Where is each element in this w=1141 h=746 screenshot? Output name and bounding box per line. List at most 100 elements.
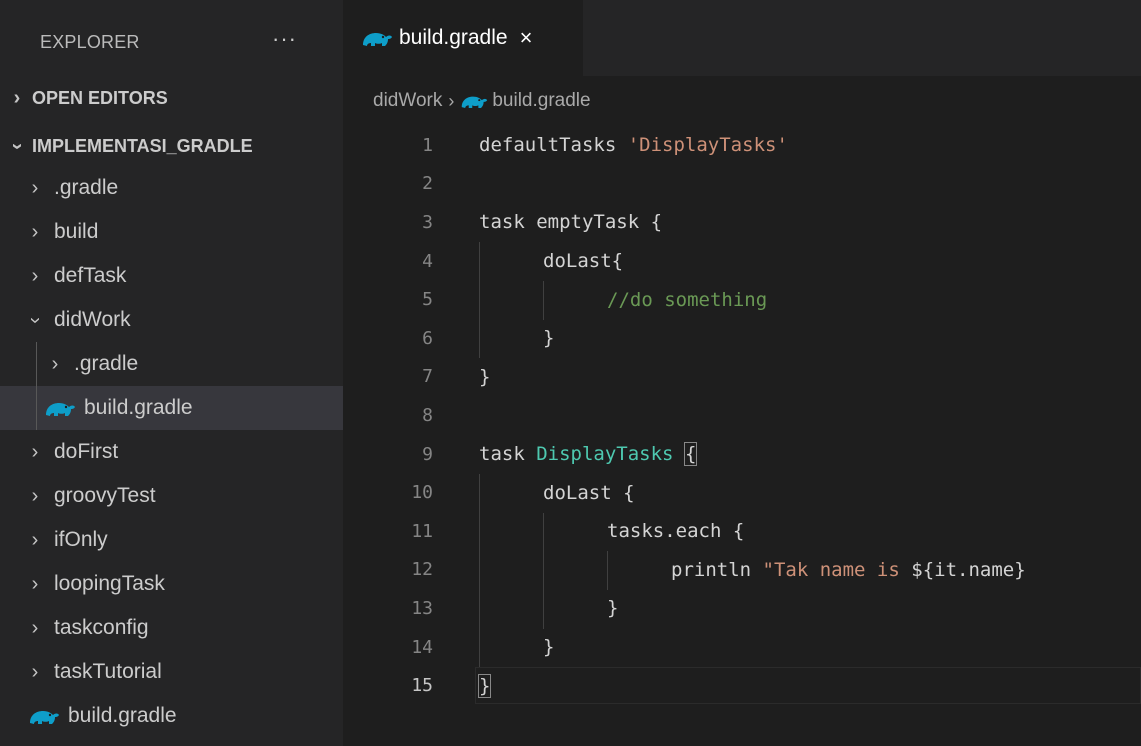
tab-bar: build.gradle × (343, 0, 1141, 76)
token-brace-matched: } (477, 673, 492, 698)
more-actions-button[interactable]: ··· (272, 26, 297, 52)
code-line: 3 task emptyTask { (343, 203, 1141, 242)
tree-item-tasktutorial-folder[interactable]: › taskTutorial (0, 650, 343, 694)
tree-item-label: .gradle (74, 352, 139, 375)
line-content: //do something (607, 289, 767, 311)
breadcrumb-folder[interactable]: didWork (373, 90, 442, 112)
code-line: 13 } (343, 589, 1141, 628)
token-brace: } (479, 365, 491, 388)
chevron-right-icon: › (31, 264, 39, 287)
line-number: 9 (422, 443, 433, 465)
line-number: 10 (411, 482, 433, 504)
tree-item-dofirst-folder[interactable]: › doFirst (0, 430, 343, 474)
open-editors-section[interactable]: › OPEN EDITORS (0, 76, 343, 120)
tree-item-label: taskTutorial (54, 660, 162, 683)
explorer-sidebar: EXPLORER ··· › OPEN EDITORS › IMPLEMENTA… (0, 0, 343, 746)
line-number: 5 (422, 289, 433, 311)
line-content: task emptyTask { (479, 211, 662, 233)
tree-item-loopingtask-folder[interactable]: › loopingTask (0, 562, 343, 606)
token-name: emptyTask (536, 211, 640, 234)
project-label: IMPLEMENTASI_GRADLE (32, 135, 253, 156)
token-keyword: defaultTasks (479, 134, 617, 157)
code-line: 7 } (343, 358, 1141, 397)
line-content: println "Tak name is ${it.name} (671, 559, 1026, 581)
tree-item-didwork-gradle-folder[interactable]: › .gradle (0, 342, 343, 386)
line-content: } (543, 327, 554, 349)
chevron-right-icon: › (31, 176, 39, 199)
tree-item-build-folder[interactable]: › build (0, 210, 343, 254)
chevron-right-icon: › (31, 616, 39, 639)
chevron-right-icon: › (13, 86, 21, 109)
tree-indent-guide (36, 342, 37, 430)
token-function: doLast { (543, 481, 635, 504)
line-content: } (477, 673, 492, 698)
token-function: doLast{ (543, 250, 624, 273)
tree-item-didwork-folder[interactable]: › didWork (0, 298, 343, 342)
gradle-icon (28, 706, 60, 726)
code-line: 1 defaultTasks 'DisplayTasks' (343, 126, 1141, 165)
code-line-current: 15 } (343, 666, 1141, 705)
tree-item-groovytest-folder[interactable]: › groovyTest (0, 474, 343, 518)
tree-item-label: build.gradle (84, 396, 193, 419)
line-number: 8 (422, 404, 433, 426)
code-line: 6 } (343, 319, 1141, 358)
code-line: 9 task DisplayTasks { (343, 435, 1141, 474)
chevron-right-icon: › (31, 572, 39, 595)
token-string: "Tak name is (762, 558, 912, 581)
line-number: 11 (411, 520, 433, 542)
token-brace: } (543, 636, 555, 659)
token-brace: } (607, 597, 619, 620)
chevron-down-icon: › (24, 316, 47, 324)
chevron-right-icon: › (31, 220, 39, 243)
line-content: doLast{ (543, 250, 623, 272)
line-number: 6 (422, 327, 433, 349)
tree-item-gradle-folder[interactable]: › .gradle (0, 166, 343, 210)
code-line: 8 (343, 396, 1141, 435)
gradle-icon (460, 92, 488, 110)
tree-item-ifonly-folder[interactable]: › ifOnly (0, 518, 343, 562)
tree-item-label: ifOnly (54, 528, 108, 551)
chevron-right-icon: › (31, 440, 39, 463)
tree-item-didwork-build-gradle[interactable]: build.gradle (0, 386, 343, 430)
code-line: 4 doLast{ (343, 242, 1141, 281)
close-icon[interactable]: × (520, 25, 533, 51)
token-brace: } (543, 327, 555, 350)
tree-item-label: groovyTest (54, 484, 156, 507)
tab-build-gradle[interactable]: build.gradle × (343, 0, 583, 76)
line-content: } (607, 597, 618, 619)
token-function: println (671, 558, 752, 581)
tree-item-taskconfig-folder[interactable]: › taskconfig (0, 606, 343, 650)
token-keyword: task (479, 211, 525, 234)
chevron-right-icon: › (51, 352, 59, 375)
line-content: task DisplayTasks { (479, 442, 698, 467)
open-editors-label: OPEN EDITORS (32, 87, 168, 108)
tab-label: build.gradle (399, 26, 508, 49)
code-line: 11 tasks.each { (343, 512, 1141, 551)
token-function: tasks.each { (607, 520, 745, 543)
editor-area: build.gradle × didWork › build.gradle 1 … (343, 0, 1141, 746)
breadcrumb-file[interactable]: build.gradle (492, 90, 590, 112)
token-comment: //do something (607, 288, 768, 311)
chevron-right-icon: › (31, 484, 39, 507)
chevron-down-icon: › (6, 142, 29, 150)
line-number: 4 (422, 250, 433, 272)
gradle-icon (44, 398, 76, 418)
line-number: 3 (422, 211, 433, 233)
tree-item-label: defTask (54, 264, 127, 287)
code-editor[interactable]: 1 defaultTasks 'DisplayTasks' 2 3 task e… (343, 126, 1141, 705)
explorer-header: EXPLORER ··· (0, 0, 343, 84)
tree-item-label: build.gradle (68, 704, 177, 727)
token-identifier: DisplayTasks (536, 443, 674, 466)
token-brace-matched: { (683, 442, 698, 467)
chevron-right-icon: › (448, 90, 455, 111)
tree-item-deftask-folder[interactable]: › defTask (0, 254, 343, 298)
code-line: 14 } (343, 628, 1141, 667)
token-string: 'DisplayTasks' (627, 134, 788, 157)
project-section[interactable]: › IMPLEMENTASI_GRADLE (0, 124, 343, 168)
gradle-icon (361, 28, 393, 48)
line-number: 1 (422, 134, 433, 156)
tree-item-label: .gradle (54, 176, 119, 199)
line-content: } (479, 366, 490, 388)
line-number: 15 (411, 675, 433, 697)
tree-item-root-build-gradle[interactable]: build.gradle (0, 694, 343, 738)
